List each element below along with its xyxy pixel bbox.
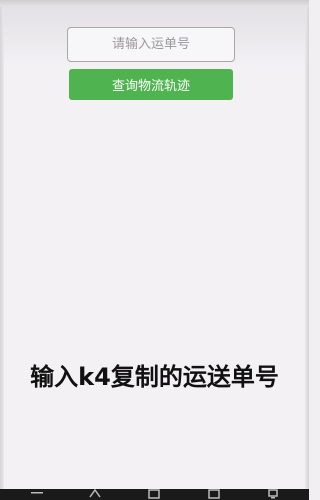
query-tracking-button-label: 查询物流轨迹 xyxy=(111,79,190,94)
screen-edge-left xyxy=(0,7,4,489)
status-bar xyxy=(0,0,309,7)
query-tracking-button[interactable]: 查询物流轨迹 xyxy=(69,69,233,100)
tracking-number-input[interactable] xyxy=(67,27,235,62)
menu-icon[interactable] xyxy=(30,489,44,500)
home-icon[interactable] xyxy=(147,489,161,500)
back-icon[interactable] xyxy=(88,489,102,500)
screen-edge-right xyxy=(305,7,309,489)
system-nav-bar xyxy=(0,489,309,500)
notification-icon[interactable] xyxy=(266,489,280,500)
recents-icon[interactable] xyxy=(207,489,221,500)
instruction-caption: 输入k4复制的运送单号 xyxy=(30,363,279,391)
